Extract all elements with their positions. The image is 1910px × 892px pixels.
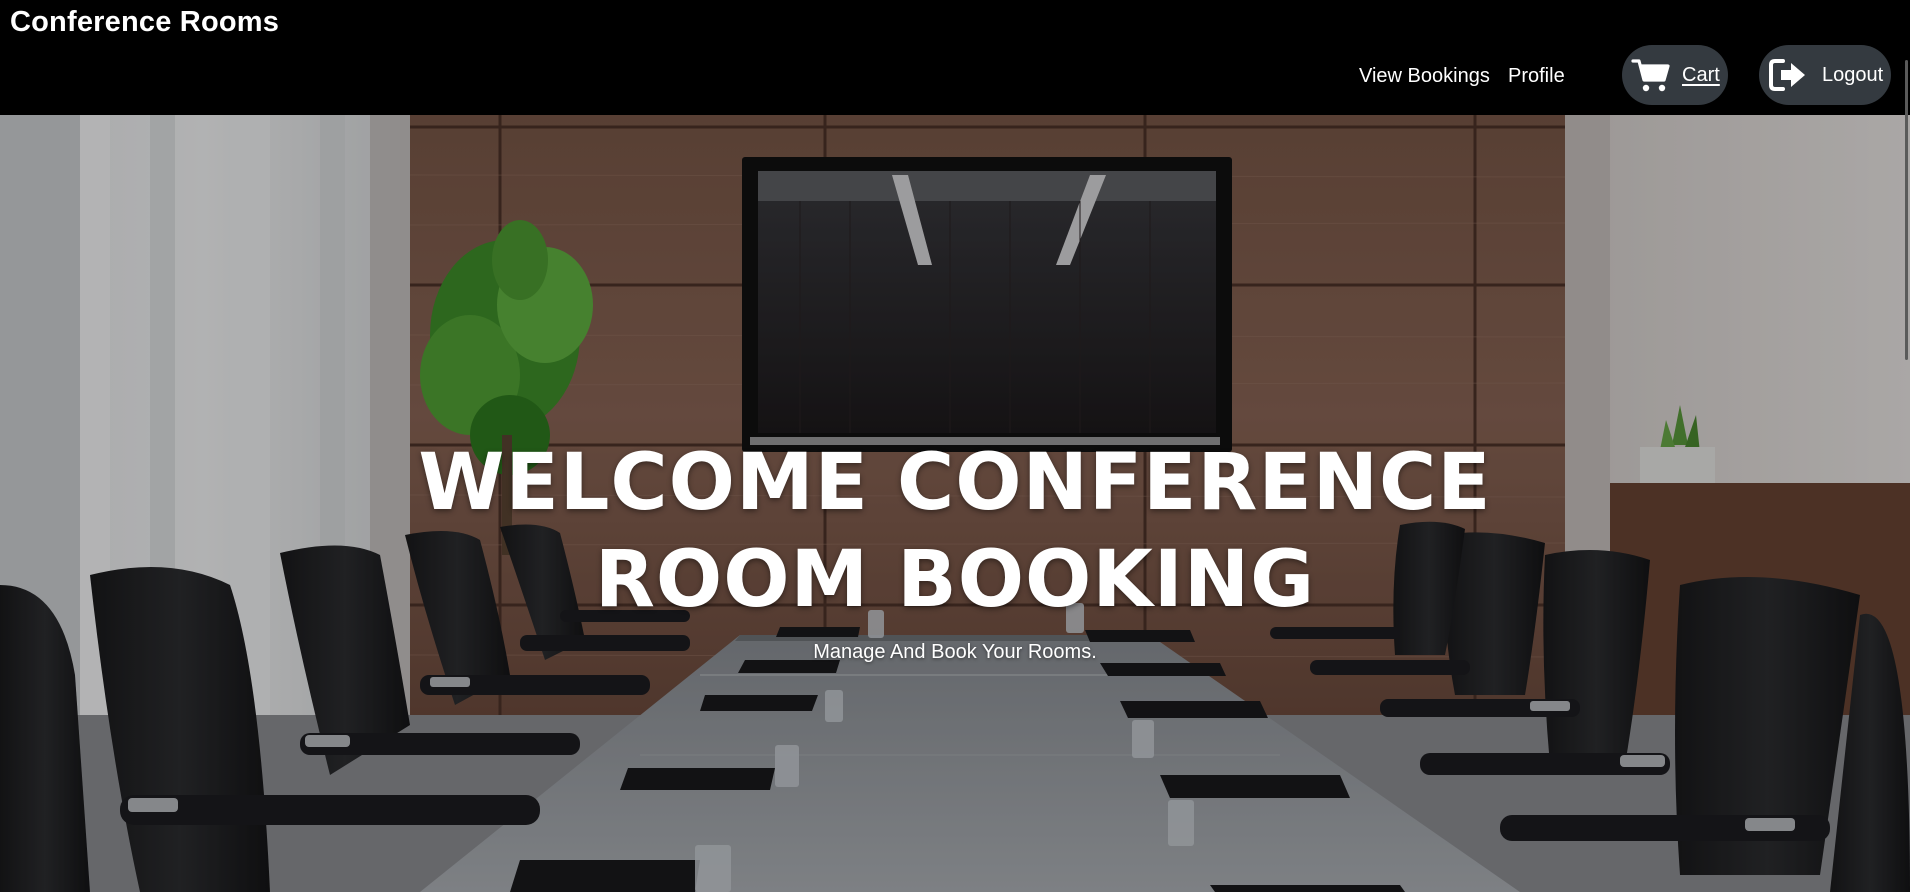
hero-title-line-2: ROOM BOOKING	[594, 535, 1316, 625]
cart-button[interactable]: Cart	[1622, 45, 1728, 105]
sign-out-icon	[1768, 58, 1808, 92]
page-scrollbar[interactable]	[1905, 60, 1908, 360]
hero-title-line-1: WELCOME CONFERENCE	[418, 438, 1492, 528]
hero-title: WELCOME CONFERENCE ROOM BOOKING	[0, 435, 1910, 629]
logout-button[interactable]: Logout	[1759, 45, 1891, 105]
shopping-cart-icon	[1631, 57, 1671, 93]
view-bookings-link[interactable]: View Bookings	[1359, 65, 1490, 88]
profile-link[interactable]: Profile	[1508, 65, 1565, 88]
app-brand-title[interactable]: Conference Rooms	[10, 6, 279, 39]
cart-label: Cart	[1682, 63, 1720, 86]
hero-subtitle: Manage And Book Your Rooms.	[813, 641, 1097, 663]
hero-section: WELCOME CONFERENCE ROOM BOOKING Manage A…	[0, 115, 1910, 892]
top-navbar: Conference Rooms View Bookings Profile C…	[0, 0, 1910, 115]
logout-label: Logout	[1822, 63, 1884, 86]
nav-links: View Bookings Profile Cart Logout	[0, 45, 1910, 105]
